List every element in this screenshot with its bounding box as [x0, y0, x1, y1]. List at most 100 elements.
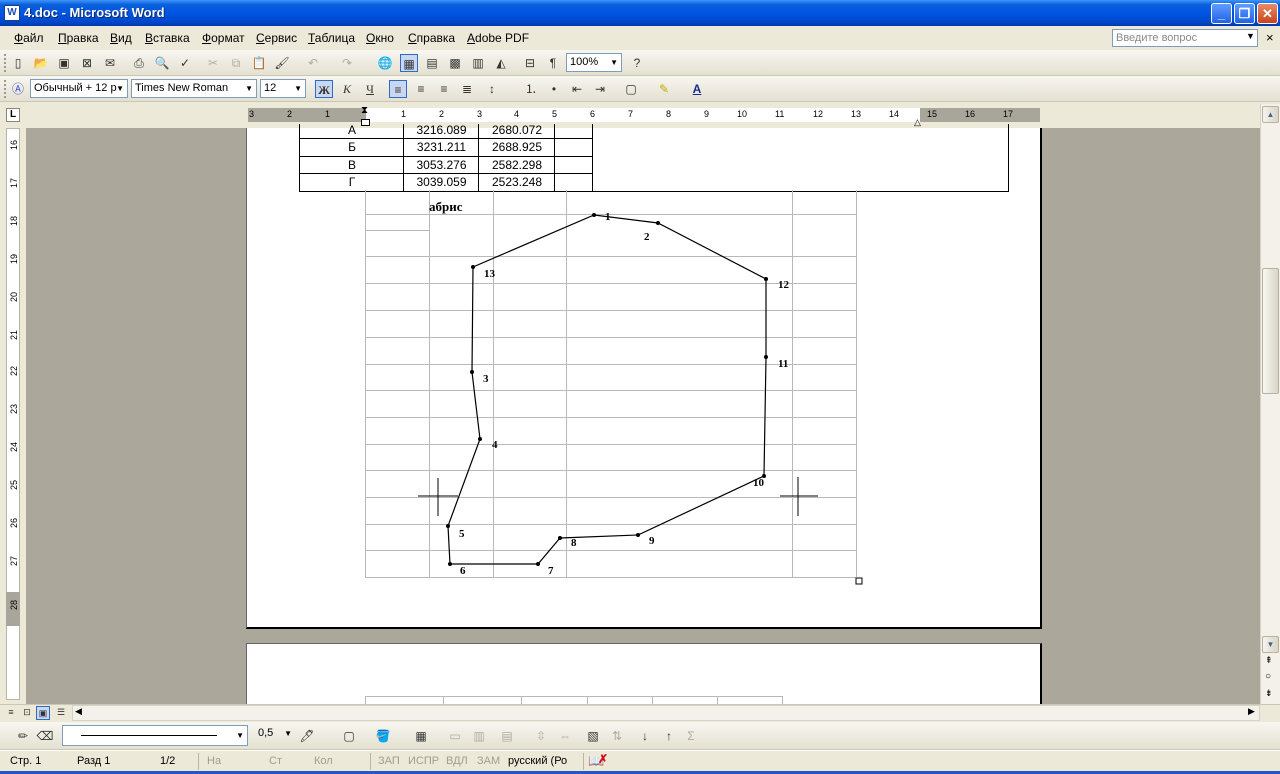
- format-painter-icon[interactable]: 🖌: [273, 54, 291, 72]
- status-language[interactable]: русский (Ро: [508, 755, 567, 767]
- borders-icon[interactable]: ▢: [622, 80, 640, 98]
- open-icon[interactable]: 📂: [32, 54, 50, 72]
- close-button[interactable]: ✕: [1257, 3, 1278, 24]
- draw-table-pencil-icon[interactable]: ✏: [14, 727, 32, 745]
- decrease-indent-icon[interactable]: ⇤: [568, 80, 586, 98]
- underline-button[interactable]: Ч: [361, 80, 379, 98]
- eraser-icon[interactable]: ⌫: [36, 727, 54, 745]
- sort-descending-icon[interactable]: ↑: [660, 727, 678, 745]
- hyperlink-icon[interactable]: 🌐: [376, 54, 394, 72]
- text-direction-icon[interactable]: ⇅: [608, 727, 626, 745]
- normal-view-icon[interactable]: ≡: [4, 706, 18, 720]
- outside-border-icon[interactable]: ▢: [340, 727, 358, 745]
- save-icon[interactable]: ▣: [55, 54, 73, 72]
- copy-icon[interactable]: ⧉: [227, 54, 245, 72]
- line-weight-combo[interactable]: 0,5 ▼: [255, 725, 295, 746]
- vertical-scrollbar[interactable]: [1260, 104, 1280, 704]
- new-icon[interactable]: ▯: [9, 54, 27, 72]
- menu-adobe-pdf[interactable]: Adobe PDF: [467, 31, 529, 45]
- line-spacing-icon[interactable]: ↕: [483, 80, 501, 98]
- menu-edit[interactable]: Правка: [58, 31, 99, 45]
- autosum-icon[interactable]: Σ: [682, 727, 700, 745]
- cut-icon[interactable]: ✂: [204, 54, 222, 72]
- print-layout-icon[interactable]: ▣: [36, 706, 50, 720]
- menu-view[interactable]: Вид: [110, 31, 132, 45]
- status-overtype[interactable]: ЗАМ: [477, 755, 500, 767]
- permission-icon[interactable]: ⊠: [78, 54, 96, 72]
- word-app-icon[interactable]: W: [4, 5, 20, 21]
- web-layout-icon[interactable]: ⊡: [20, 706, 34, 720]
- style-combo[interactable]: Обычный + 12 р ▼: [30, 79, 128, 98]
- distribute-rows-icon[interactable]: ⇳: [532, 727, 550, 745]
- menu-tools[interactable]: Сервис: [256, 31, 297, 45]
- merge-cells-icon[interactable]: ▭: [446, 727, 464, 745]
- align-center-icon[interactable]: ≡: [412, 80, 430, 98]
- print-preview-icon[interactable]: 🔍: [153, 54, 171, 72]
- abris-drawing[interactable]: абрис 1 2 12 11 10 9 8 7 6 5 4 3 13: [360, 190, 870, 590]
- menu-help[interactable]: Справка: [408, 31, 455, 45]
- justify-icon[interactable]: ≣: [458, 80, 476, 98]
- menu-file[interactable]: Файл: [14, 31, 44, 45]
- menu-format[interactable]: Формат: [202, 31, 245, 45]
- select-browse-object-icon[interactable]: ○: [1265, 671, 1271, 682]
- first-line-indent-marker[interactable]: ⧗: [361, 105, 368, 116]
- next-page-icon[interactable]: ⇟: [1265, 688, 1273, 699]
- drawing-icon[interactable]: ◭: [492, 54, 510, 72]
- styles-formatting-icon[interactable]: Ⓐ: [9, 80, 27, 98]
- numbering-icon[interactable]: ⒈: [522, 80, 540, 98]
- drawing-resize-handle[interactable]: [855, 577, 863, 585]
- parcel-boundary[interactable]: [447, 214, 767, 565]
- scroll-down-button[interactable]: ▼: [1262, 636, 1279, 653]
- help-search-input[interactable]: Введите вопрос: [1112, 29, 1258, 47]
- insert-table-icon[interactable]: ▤: [423, 54, 441, 72]
- align-right-icon[interactable]: ≡: [435, 80, 453, 98]
- scroll-up-button[interactable]: ▲: [1262, 106, 1279, 123]
- status-extend-selection[interactable]: ВДЛ: [446, 755, 468, 767]
- tab-selector-button[interactable]: L: [6, 108, 20, 122]
- scroll-left-icon[interactable]: ◀: [75, 706, 82, 717]
- split-cells-icon[interactable]: ▥: [470, 727, 488, 745]
- minimize-button[interactable]: _: [1211, 3, 1232, 24]
- insert-excel-icon[interactable]: ▩: [446, 54, 464, 72]
- increase-indent-icon[interactable]: ⇥: [591, 80, 609, 98]
- distribute-columns-icon[interactable]: ⇔: [556, 727, 574, 745]
- font-size-combo[interactable]: 12 ▼: [260, 79, 306, 98]
- document-map-icon[interactable]: ⊟: [521, 54, 539, 72]
- tables-borders-icon[interactable]: ▦: [400, 54, 418, 72]
- columns-icon[interactable]: ▥: [469, 54, 487, 72]
- vertical-scroll-thumb[interactable]: [1262, 268, 1279, 394]
- maximize-button[interactable]: ❐: [1234, 3, 1255, 24]
- align-left-icon[interactable]: ≡: [389, 80, 407, 98]
- font-color-icon[interactable]: A: [688, 80, 706, 98]
- scroll-right-icon[interactable]: ▶: [1248, 706, 1255, 717]
- email-icon[interactable]: ✉: [101, 54, 119, 72]
- highlight-icon[interactable]: ✎: [655, 80, 673, 98]
- border-color-icon[interactable]: 🖊: [298, 727, 316, 745]
- spelling-icon[interactable]: ✓: [176, 54, 194, 72]
- zoom-combo[interactable]: 100% ▼: [566, 53, 622, 72]
- help-search-dropdown-icon[interactable]: ▼: [1246, 31, 1255, 41]
- previous-page-icon[interactable]: ⇞: [1265, 655, 1273, 666]
- paste-icon[interactable]: 📋: [250, 54, 268, 72]
- status-track-changes[interactable]: ИСПР: [408, 755, 439, 767]
- menu-insert[interactable]: Вставка: [145, 31, 190, 45]
- horizontal-scrollbar[interactable]: [72, 705, 1260, 721]
- insert-table-icon[interactable]: ▦: [412, 727, 430, 745]
- toolbar-grip[interactable]: [4, 54, 7, 72]
- italic-button[interactable]: К: [338, 80, 356, 98]
- status-record-macro[interactable]: ЗАП: [378, 755, 400, 767]
- outline-view-icon[interactable]: ☰: [54, 706, 68, 720]
- toolbar-grip[interactable]: [4, 80, 7, 98]
- undo-icon[interactable]: ↶: [304, 54, 322, 72]
- menu-table[interactable]: Таблица: [308, 31, 355, 45]
- shading-color-icon[interactable]: 🪣: [374, 727, 392, 745]
- menu-window[interactable]: Окно: [366, 31, 394, 45]
- line-style-combo[interactable]: ▼: [62, 725, 248, 746]
- sort-ascending-icon[interactable]: ↓: [636, 727, 654, 745]
- redo-icon[interactable]: ↷: [338, 54, 356, 72]
- title-bar[interactable]: W 4.doc - Microsoft Word _ ❐ ✕: [0, 0, 1280, 26]
- document-close-icon[interactable]: ×: [1266, 30, 1274, 45]
- print-icon[interactable]: ⎙: [130, 54, 148, 72]
- autoformat-table-icon[interactable]: ▧: [584, 727, 602, 745]
- bullets-icon[interactable]: •: [545, 80, 563, 98]
